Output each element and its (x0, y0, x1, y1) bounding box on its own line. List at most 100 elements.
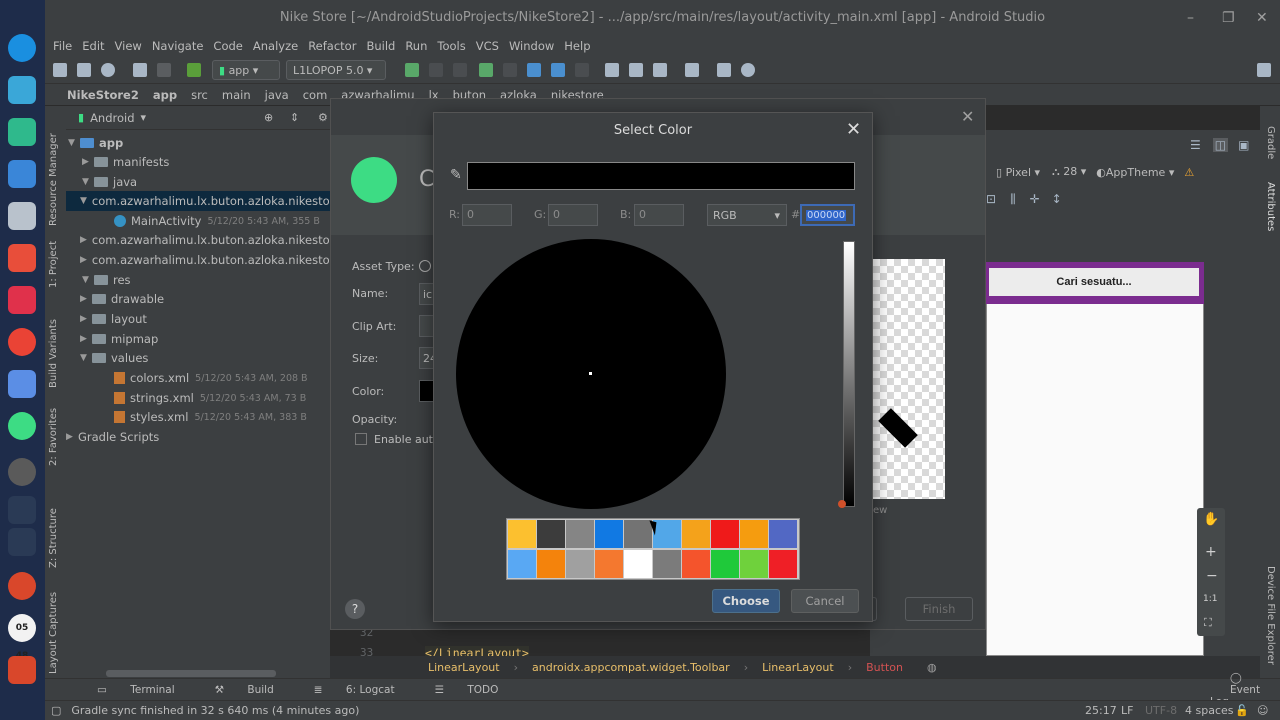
pack-horizontal-icon[interactable]: ⫼ (1010, 192, 1016, 207)
browser-launcher-icon[interactable] (8, 34, 36, 62)
menu-window[interactable]: Window (509, 39, 554, 53)
expand-arrow-icon[interactable]: ▶ (80, 294, 92, 304)
device-select[interactable]: L1LOPOP 5.0 ▾ (286, 60, 386, 80)
sync-icon[interactable] (101, 63, 115, 77)
color-swatch[interactable] (508, 550, 536, 578)
color-swatch[interactable] (624, 550, 652, 578)
globe-icon[interactable]: ◍ (927, 661, 937, 674)
tab-favorites[interactable]: 2: Favorites (48, 408, 59, 466)
run-icon[interactable] (405, 63, 419, 77)
crumb-project[interactable]: NikeStore2 (67, 88, 139, 102)
zoom-in-icon[interactable]: + (1205, 544, 1217, 560)
trash-icon[interactable] (8, 656, 36, 684)
menu-edit[interactable]: Edit (82, 39, 104, 53)
attach-debugger-icon[interactable] (503, 63, 517, 77)
menu-help[interactable]: Help (564, 39, 590, 53)
menu-build[interactable]: Build (366, 39, 395, 53)
color-swatch[interactable] (711, 550, 739, 578)
debug-icon[interactable] (479, 63, 493, 77)
component-linearlayout[interactable]: LinearLayout (428, 661, 500, 674)
tree-item-app[interactable]: ▼ app (66, 133, 330, 153)
expand-arrow-icon[interactable]: ▼ (80, 353, 92, 363)
menu-run[interactable]: Run (405, 39, 427, 53)
close-icon[interactable]: ✕ (846, 119, 861, 140)
color-swatch[interactable] (566, 550, 594, 578)
tree-item-java[interactable]: ▼ java (66, 172, 330, 192)
tree-item-mipmap[interactable]: ▶ mipmap (66, 329, 330, 349)
cube-app-icon[interactable] (8, 244, 36, 272)
tab-resource-manager[interactable]: Resource Manager (48, 133, 59, 226)
tab-structure[interactable]: Z: Structure (48, 508, 59, 568)
file-encoding[interactable]: UTF-8 (1145, 704, 1177, 717)
color-swatch[interactable] (624, 520, 652, 548)
color-swatch[interactable] (769, 550, 797, 578)
color-swatch[interactable] (740, 550, 768, 578)
color-swatch[interactable] (682, 520, 710, 548)
tab-project[interactable]: 1: Project (48, 241, 59, 288)
expand-arrow-icon[interactable]: ▶ (80, 235, 87, 245)
power-icon[interactable] (8, 572, 36, 600)
g-input[interactable]: 0 (548, 204, 598, 226)
b-input[interactable]: 0 (634, 204, 684, 226)
menu-refactor[interactable]: Refactor (308, 39, 356, 53)
gear-icon[interactable]: ⚙ (318, 111, 328, 124)
collapse-icon[interactable]: ⇕ (290, 111, 299, 124)
pan-hand-icon[interactable]: ✋ (1203, 512, 1219, 527)
menu-tools[interactable]: Tools (437, 39, 465, 53)
coverage-icon[interactable] (551, 63, 565, 77)
tree-item-layout[interactable]: ▶ layout (66, 309, 330, 329)
zoom-actual-size[interactable]: 1:1 (1203, 594, 1217, 604)
forward-icon[interactable] (157, 63, 171, 77)
expand-arrow-icon[interactable]: ▶ (80, 255, 87, 265)
theme-picker[interactable]: ◐AppTheme ▾ (1096, 166, 1174, 179)
color-swatch[interactable] (595, 520, 623, 548)
component-button[interactable]: Button (866, 661, 903, 674)
device-picker[interactable]: ▯ Pixel ▾ (996, 166, 1040, 179)
tree-item-colors-xml[interactable]: colors.xml 5/12/20 5:43 AM, 208 B (66, 368, 330, 388)
component-linearlayout-inner[interactable]: LinearLayout (762, 661, 834, 674)
open-folder-icon[interactable] (53, 63, 67, 77)
tree-item-values[interactable]: ▼ values (66, 348, 330, 368)
record-icon[interactable] (8, 528, 36, 556)
expand-arrow-icon[interactable]: ▶ (66, 432, 78, 442)
color-swatch[interactable] (566, 520, 594, 548)
expand-arrow-icon[interactable]: ▼ (68, 138, 80, 148)
menu-code[interactable]: Code (213, 39, 242, 53)
minimize-button[interactable]: – (1187, 10, 1194, 26)
zoom-fit-icon[interactable]: ⛶ (1204, 616, 1212, 630)
crumb-src[interactable]: src (191, 88, 208, 102)
search-preview-button[interactable]: Cari sesuatu... (989, 268, 1199, 296)
indent-setting[interactable]: 4 spaces (1185, 704, 1234, 717)
color-swatch[interactable] (740, 520, 768, 548)
avd-manager-icon[interactable] (629, 63, 643, 77)
crumb-java[interactable]: java (265, 88, 289, 102)
chevron-down-icon[interactable]: ▾ (141, 111, 147, 124)
horizontal-scrollbar[interactable] (106, 670, 276, 677)
tree-item-package[interactable]: ▶ com.azwarhalimu.lx.buton.azloka.nikesto… (66, 230, 341, 250)
status-toggle-icon[interactable]: ▢ (51, 704, 61, 717)
color-mode-select[interactable]: RGB ▾ (707, 204, 787, 226)
blueprint-icon[interactable]: ⊡ (986, 192, 996, 206)
expand-arrow-icon[interactable]: ▼ (80, 196, 87, 206)
color-swatch[interactable] (508, 520, 536, 548)
hex-input[interactable]: 000000 (800, 204, 855, 226)
sdk-manager-icon[interactable] (653, 63, 667, 77)
save-icon[interactable] (77, 63, 91, 77)
tab-gradle[interactable]: Gradle (1265, 126, 1276, 159)
terminal-tab[interactable]: ▭ Terminal (77, 684, 175, 696)
run-config-select[interactable]: ▮ app ▾ (212, 60, 280, 80)
expand-horizontal-icon[interactable]: ✛ (1030, 192, 1040, 206)
files-app-icon[interactable] (8, 202, 36, 230)
tree-item-package-selected[interactable]: ▼ com.azwarhalimu.lx.buton.azloka.nikesto… (66, 191, 341, 211)
tree-item-gradle-scripts[interactable]: ▶ Gradle Scripts (66, 427, 330, 447)
layout-inspector-icon[interactable] (717, 63, 731, 77)
color-swatch[interactable] (682, 550, 710, 578)
design-view-icon[interactable]: ▣ (1238, 138, 1249, 152)
android-studio-icon[interactable] (8, 412, 36, 440)
crumb-com[interactable]: com (303, 88, 328, 102)
settings-app-icon[interactable] (8, 76, 36, 104)
profile-icon[interactable] (527, 63, 541, 77)
menu-vcs[interactable]: VCS (476, 39, 499, 53)
search-icon[interactable] (741, 63, 755, 77)
brightness-handle[interactable] (838, 500, 846, 508)
